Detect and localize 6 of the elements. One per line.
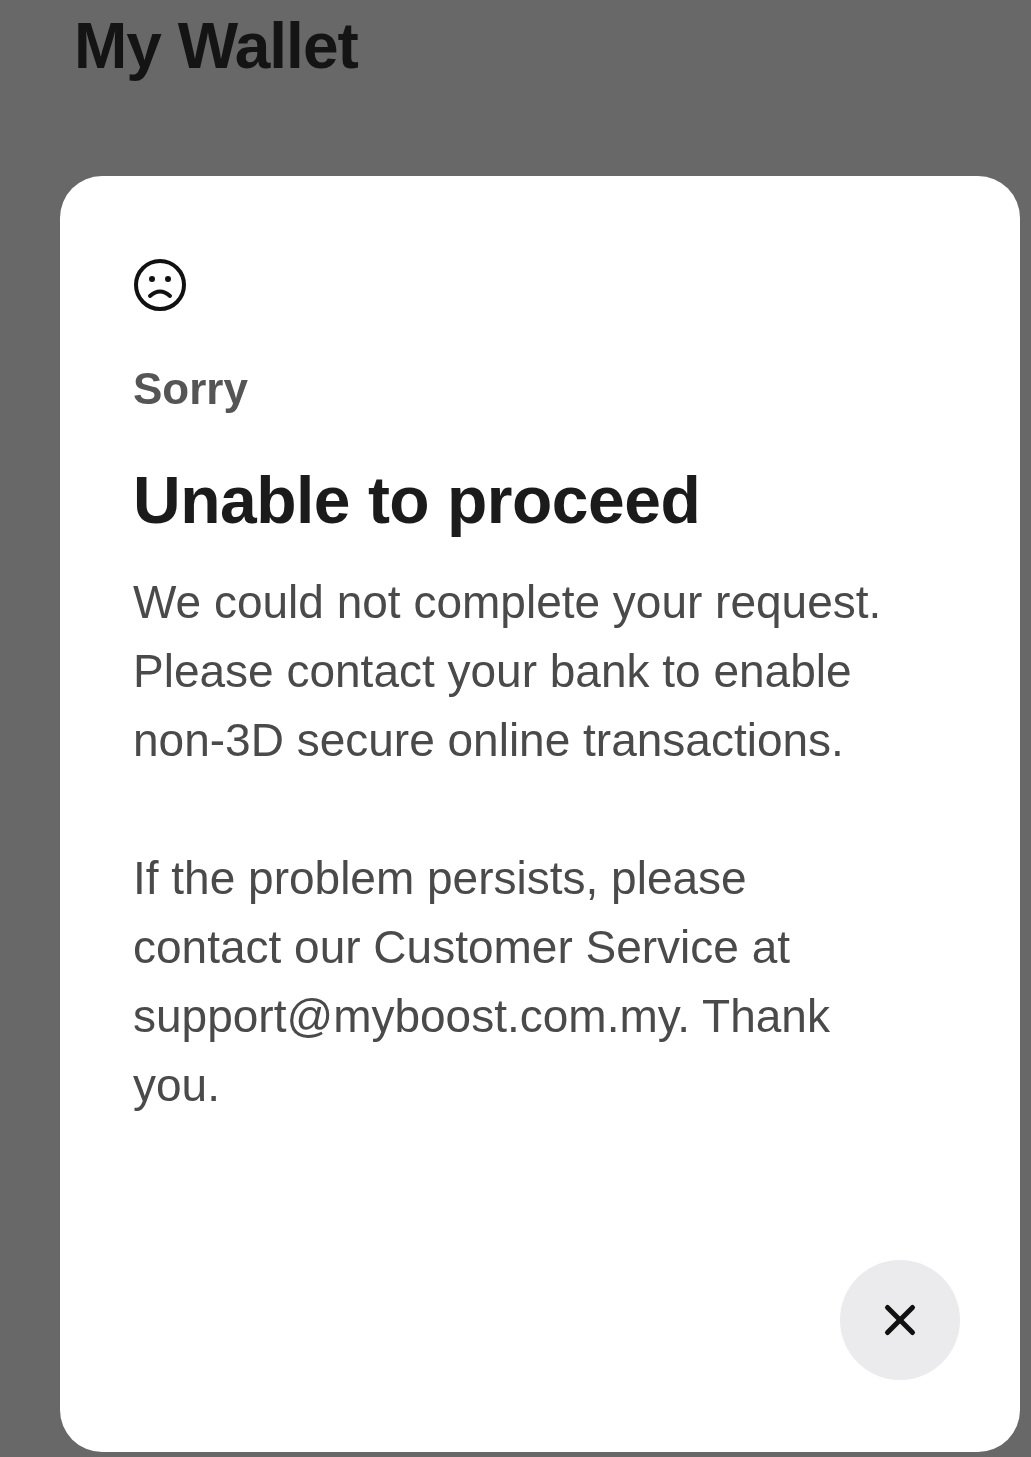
dialog-message: We could not complete your request. Please contact your bank to enable non-3D secure online transactions. (133, 575, 883, 768)
page-title: My Wallet (74, 9, 359, 84)
dialog-title: Unable to proceed (133, 462, 701, 538)
dialog-eyebrow: Sorry (133, 364, 248, 414)
sad-face-icon (133, 258, 187, 312)
dialog-message: If the problem persists, please contact our Customer Service at support@myboost.com.my. Thank you. (133, 851, 831, 1113)
